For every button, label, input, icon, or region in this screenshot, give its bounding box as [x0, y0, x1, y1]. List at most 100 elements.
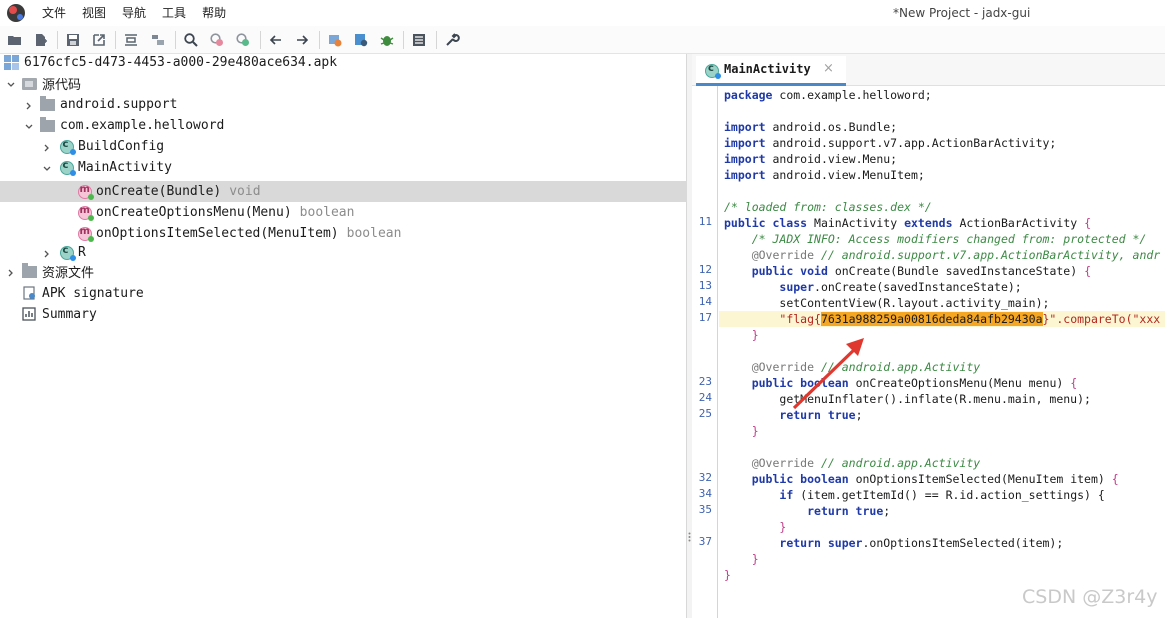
export-icon[interactable] — [89, 30, 109, 50]
class-icon: c — [59, 160, 76, 176]
code-line: @Override // android.support.v7.app.Acti… — [751, 248, 1161, 262]
tree-label-com-example-helloword: com.example.helloword — [60, 118, 225, 133]
line-number-gutter: 11 12 13 14 17 23 24 25 32 34 35 37 — [692, 86, 718, 618]
line-number: 17 — [698, 311, 712, 324]
tree-label-apk: 6176cfc5-d473-4453-a000-29e480ace634.apk — [24, 55, 338, 70]
summary-icon — [22, 307, 37, 322]
line-number: 24 — [698, 391, 712, 404]
method-name: onCreateOptionsMenu(Menu) — [96, 205, 292, 220]
class-icon: c — [59, 139, 76, 155]
line-number: 37 — [698, 535, 712, 548]
preferences-icon[interactable] — [442, 30, 462, 50]
line-number: 32 — [698, 471, 712, 484]
code-line: public boolean onOptionsItemSelected(Men… — [751, 472, 1119, 486]
chevron-right-icon[interactable] — [42, 142, 52, 152]
tree-item-apk-signature[interactable]: APK signature — [0, 283, 687, 304]
add-file-icon[interactable] — [31, 30, 51, 50]
code-line: public class MainActivity extends Action… — [724, 216, 1092, 230]
tree-item-source-code[interactable]: 源代码 — [0, 73, 687, 94]
chevron-right-icon[interactable] — [42, 248, 52, 258]
code-line: } — [779, 520, 787, 534]
menu-help[interactable]: 帮助 — [194, 0, 234, 26]
tree-item-method-oncreateoptionsmenu[interactable]: m onCreateOptionsMenu(Menu) boolean — [0, 202, 687, 223]
menu-view[interactable]: 视图 — [74, 0, 114, 26]
line-number: 34 — [698, 487, 712, 500]
chevron-right-icon[interactable] — [6, 267, 16, 277]
code-line: import android.support.v7.app.ActionBarA… — [724, 136, 1057, 150]
method-return-type: void — [229, 184, 261, 199]
log-icon[interactable] — [409, 30, 429, 50]
code-line-flag: "flag{7631a988259a00816deda84afb29430a}"… — [779, 312, 1161, 326]
method-icon: m — [77, 226, 94, 242]
tree-label-summary: Summary — [42, 307, 97, 322]
tree-item-r[interactable]: c R — [0, 242, 687, 263]
close-icon[interactable]: × — [823, 61, 834, 76]
code-comment: /* loaded from: classes.dex */ — [724, 200, 932, 214]
tree-icon[interactable] — [148, 30, 168, 50]
toolbar-separator — [175, 31, 176, 49]
code-line: import android.view.MenuItem; — [724, 168, 925, 182]
tree-item-apk[interactable]: 6176cfc5-d473-4453-a000-29e480ace634.apk — [0, 52, 687, 73]
tree-label-source-code: 源代码 — [42, 78, 82, 93]
code-text-area[interactable]: package com.example.helloword; import an… — [719, 86, 1165, 618]
chevron-down-icon[interactable] — [42, 163, 52, 173]
forward-icon[interactable] — [292, 30, 312, 50]
code-line: @Override // android.app.Activity — [751, 360, 981, 374]
tree-item-resources[interactable]: 资源文件 — [0, 261, 687, 282]
tree-item-android-support[interactable]: android.support — [0, 94, 687, 115]
line-number: 12 — [698, 263, 712, 276]
jadx-logo-icon — [7, 4, 25, 22]
toolbar-separator — [260, 31, 261, 49]
debug-icon[interactable] — [377, 30, 397, 50]
code-line: return true; — [807, 504, 891, 518]
code-line: } — [751, 552, 759, 566]
find-class-icon[interactable] — [207, 30, 227, 50]
chevron-down-icon[interactable] — [24, 121, 34, 131]
chevron-right-icon[interactable] — [24, 100, 34, 110]
save-icon[interactable] — [63, 30, 83, 50]
apk-icon — [4, 55, 19, 70]
open-folder-icon[interactable] — [5, 30, 25, 50]
menu-tools[interactable]: 工具 — [154, 0, 194, 26]
tree-item-com-example-helloword[interactable]: com.example.helloword — [0, 115, 687, 136]
method-icon: m — [77, 184, 94, 200]
code-line: if (item.getItemId() == R.id.action_sett… — [779, 488, 1105, 502]
toolbar-separator — [115, 31, 116, 49]
source-package-icon — [22, 76, 37, 91]
code-line: return true; — [779, 408, 863, 422]
line-number: 11 — [698, 215, 712, 228]
tree-label-method: onCreate(Bundle) void — [96, 184, 261, 199]
code-line: import android.os.Bundle; — [724, 120, 898, 134]
sync-icon[interactable] — [121, 30, 141, 50]
code-line: public boolean onCreateOptionsMenu(Menu … — [751, 376, 1078, 390]
tree-item-summary[interactable]: Summary — [0, 304, 687, 325]
tree-label-mainactivity: MainActivity — [78, 160, 172, 175]
tab-mainactivity[interactable]: c MainActivity × — [696, 56, 846, 86]
back-icon[interactable] — [266, 30, 286, 50]
certificate-icon — [22, 286, 37, 301]
code-line: import android.view.Menu; — [724, 152, 898, 166]
code-editor-panel: c MainActivity × 11 12 13 14 17 23 24 25… — [692, 54, 1165, 618]
code-comment: /* JADX INFO: Access modifiers changed f… — [751, 232, 1147, 246]
deobfuscation-icon[interactable] — [351, 30, 371, 50]
code-line: } — [751, 328, 759, 342]
method-return-type: boolean — [346, 226, 402, 241]
tree-item-mainactivity[interactable]: c MainActivity — [0, 157, 687, 178]
search-icon[interactable] — [181, 30, 201, 50]
editor-tab-bar: c MainActivity × — [692, 54, 1165, 86]
find-usage-icon[interactable] — [233, 30, 253, 50]
toolbar-separator — [436, 31, 437, 49]
package-icon — [40, 95, 55, 112]
tree-label-resources: 资源文件 — [42, 266, 95, 281]
decompile-icon[interactable] — [325, 30, 345, 50]
tree-item-method-oncreate[interactable]: m onCreate(Bundle) void — [0, 181, 687, 202]
chevron-down-icon[interactable] — [6, 79, 16, 89]
code-line: package com.example.helloword; — [724, 88, 932, 102]
tree-item-buildconfig[interactable]: c BuildConfig — [0, 136, 687, 157]
code-line: setContentView(R.layout.activity_main); — [779, 296, 1050, 310]
tree-item-method-onoptionsitemselected[interactable]: m onOptionsItemSelected(MenuItem) boolean — [0, 223, 687, 244]
menu-navigation[interactable]: 导航 — [114, 0, 154, 26]
splitter-grip-icon[interactable] — [688, 532, 691, 546]
tree-label-apk-signature: APK signature — [42, 286, 144, 301]
menu-file[interactable]: 文件 — [34, 0, 74, 26]
